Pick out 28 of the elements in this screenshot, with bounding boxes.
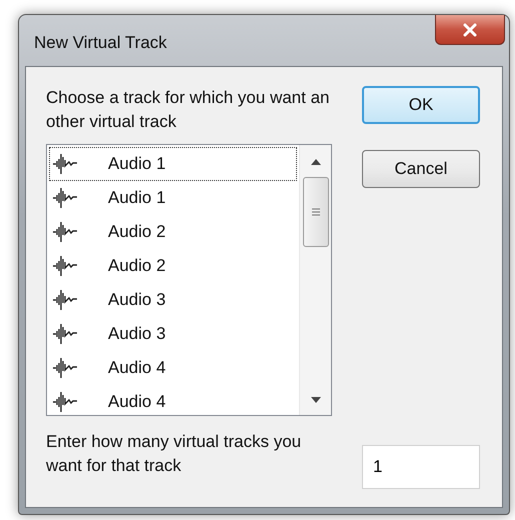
waveform-icon — [52, 357, 78, 379]
scroll-thumb[interactable] — [302, 177, 328, 247]
waveform-icon — [52, 323, 78, 345]
cancel-button[interactable]: Cancel — [362, 150, 480, 188]
waveform-icon — [52, 289, 78, 311]
scroll-down-icon[interactable] — [310, 397, 320, 403]
waveform-icon — [52, 391, 78, 413]
waveform-icon — [52, 153, 78, 175]
track-item[interactable]: Audio 3 — [49, 283, 297, 317]
track-item[interactable]: Audio 4 — [49, 351, 297, 385]
prompt-text: Choose a track for which you want an other virtual track — [46, 87, 330, 133]
track-item[interactable]: Audio 2 — [49, 249, 297, 283]
track-item[interactable]: Audio 3 — [49, 317, 297, 351]
track-item[interactable]: Audio 4 — [49, 385, 297, 415]
track-item[interactable]: Audio 1 — [49, 147, 297, 181]
ok-button[interactable]: OK — [362, 86, 480, 124]
count-field[interactable]: 1 — [362, 445, 480, 489]
track-item[interactable]: Audio 2 — [49, 215, 297, 249]
scrollbar[interactable] — [299, 145, 331, 415]
count-prompt-text: Enter how many virtual tracks you want for that track — [46, 431, 302, 477]
waveform-icon — [52, 187, 78, 209]
waveform-icon — [52, 255, 78, 277]
scroll-up-icon[interactable] — [310, 159, 320, 165]
close-button[interactable] — [435, 15, 505, 45]
close-icon — [462, 22, 478, 36]
track-item[interactable]: Audio 1 — [49, 181, 297, 215]
waveform-icon — [52, 221, 78, 243]
window-title: New Virtual Track — [33, 32, 167, 52]
